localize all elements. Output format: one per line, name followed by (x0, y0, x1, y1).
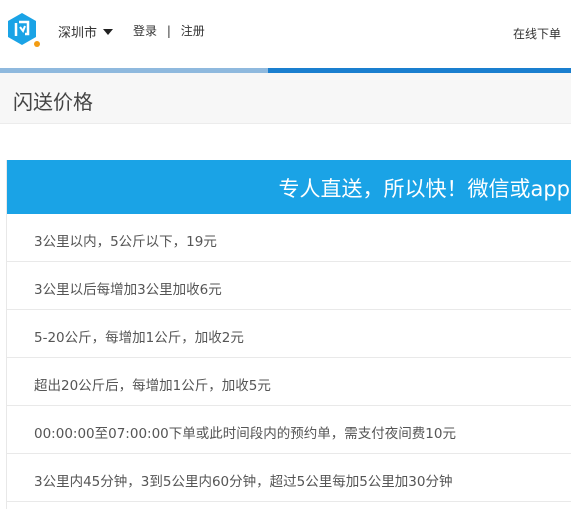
list-item: 3公里内45分钟，3到5公里内60分钟，超过5公里每加5公里加30分钟 (7, 454, 571, 502)
city-label: 深圳市 (58, 26, 98, 41)
login-link[interactable]: 登录 (133, 24, 157, 38)
list-item: 3公里以内，5公斤以下，19元 (7, 214, 571, 262)
promo-banner: 专人直送，所以快！微信或app (7, 160, 571, 214)
page-title: 闪送价格 (13, 90, 93, 114)
banner-text: 专人直送，所以快！微信或app (278, 177, 570, 201)
price-rule-text: 超出20公斤后，每增加1公斤，加收5元 (34, 378, 271, 394)
price-rule-list: 3公里以内，5公斤以下，19元 3公里以后每增加3公里加收6元 5-20公斤，每… (7, 214, 571, 502)
list-item: 00:00:00至07:00:00下单或此时间段内的预约单，需支付夜间费10元 (7, 406, 571, 454)
price-rule-text: 00:00:00至07:00:00下单或此时间段内的预约单，需支付夜间费10元 (34, 426, 456, 442)
logo-icon[interactable] (4, 11, 40, 47)
page-title-bar: 闪送价格 (0, 73, 571, 124)
register-link[interactable]: 注册 (181, 24, 205, 38)
chevron-down-icon (103, 28, 114, 35)
price-rule-text: 5-20公斤，每增加1公斤，加收2元 (34, 330, 244, 346)
top-header: 深圳市 登录 | 注册 在线下单 (0, 0, 571, 68)
city-selector[interactable]: 深圳市 (58, 22, 114, 41)
auth-separator: | (166, 24, 171, 38)
list-item: 超出20公斤后，每增加1公斤，加收5元 (7, 358, 571, 406)
price-rule-text: 3公里以后每增加3公里加收6元 (34, 282, 222, 298)
price-panel: 专人直送，所以快！微信或app 3公里以内，5公斤以下，19元 3公里以后每增加… (6, 160, 571, 509)
list-item: 3公里以后每增加3公里加收6元 (7, 262, 571, 310)
price-rule-text: 3公里以内，5公斤以下，19元 (34, 234, 217, 250)
price-rule-text: 3公里内45分钟，3到5公里内60分钟，超过5公里每加5公里加30分钟 (34, 474, 453, 490)
auth-links: 登录 | 注册 (133, 22, 205, 39)
order-online-link[interactable]: 在线下单 (513, 25, 561, 42)
list-item: 5-20公斤，每增加1公斤，加收2元 (7, 310, 571, 358)
